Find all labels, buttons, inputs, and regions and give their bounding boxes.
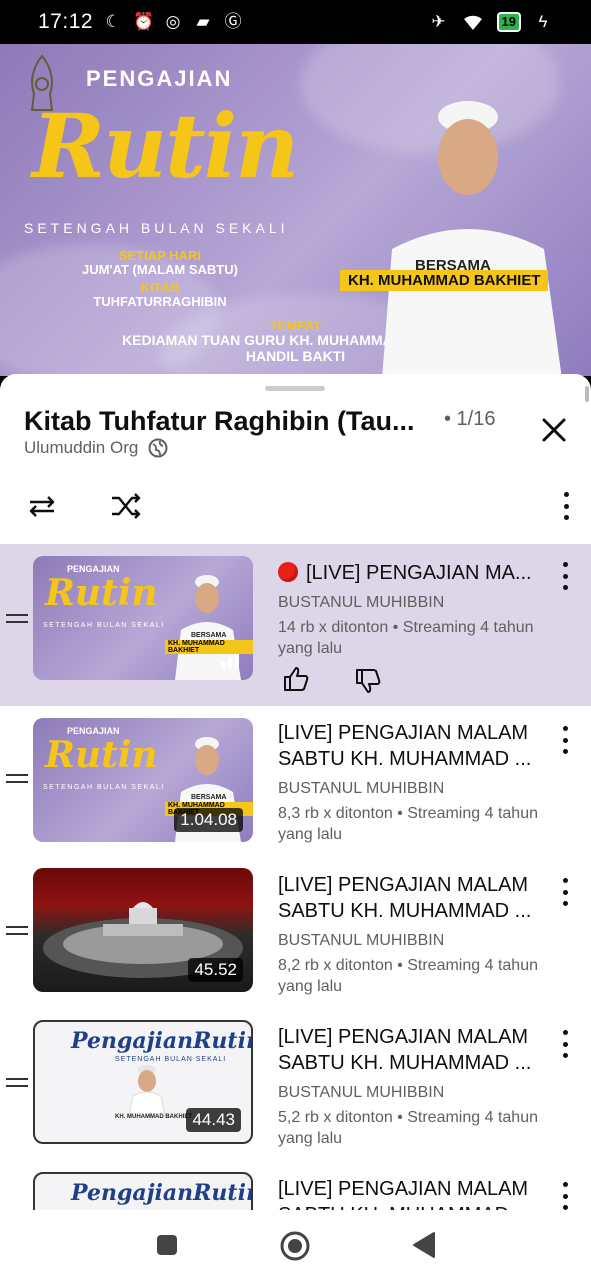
thumb-title: PengajianRutin xyxy=(71,1028,253,1054)
item-more-icon[interactable] xyxy=(562,1182,568,1210)
thumb-title: Rutin xyxy=(45,572,158,614)
playlist-item[interactable]: PengajianRutin [LIVE] PENGAJIAN MALAM SA… xyxy=(0,1164,591,1210)
playlist-title[interactable]: Kitab Tuhfatur Raghibin (Tau... xyxy=(24,406,414,437)
playlist-item[interactable]: 45.52 [LIVE] PENGAJIAN MALAM SABTU KH. M… xyxy=(0,860,591,1010)
thumb-with: BERSAMA xyxy=(191,632,227,639)
globe-icon xyxy=(148,438,168,458)
video-title[interactable]: [LIVE] PENGAJIAN MA... xyxy=(278,560,548,586)
game-icon: ▰ xyxy=(196,12,210,31)
navigation-bar xyxy=(0,1210,591,1280)
item-more-icon[interactable] xyxy=(562,1030,568,1058)
duration-badge: 1.04.08 xyxy=(174,808,243,832)
speaker-photo xyxy=(382,101,562,376)
drag-handle-icon[interactable] xyxy=(6,614,28,624)
thumb-title: PengajianRutin xyxy=(71,1180,253,1206)
now-playing-icon xyxy=(221,654,239,668)
video-channel: BUSTANUL MUHIBBIN xyxy=(278,594,445,611)
video-thumbnail[interactable]: PengajianRutin xyxy=(33,1172,253,1210)
battery-indicator: 19 xyxy=(496,12,521,32)
clock: 17:12 xyxy=(38,10,94,33)
item-more-icon[interactable] xyxy=(562,878,568,906)
g-icon: Ⓖ xyxy=(224,12,242,31)
scrollbar[interactable] xyxy=(585,386,589,402)
status-bar: 17:12 ☾ ⏰ ◎ ▰ Ⓖ ✈ 19 ϟ xyxy=(0,0,591,44)
video-thumbnail[interactable]: 45.52 xyxy=(33,868,253,992)
video-meta: 14 rb x ditonton • Streaming 4 tahun yan… xyxy=(278,619,534,657)
home-icon[interactable] xyxy=(279,1230,311,1262)
close-icon[interactable] xyxy=(536,412,572,448)
live-indicator-icon xyxy=(278,562,298,582)
playlist-more-icon[interactable] xyxy=(563,492,569,520)
moon-icon: ☾ xyxy=(105,12,121,31)
thumb-speaker-name: KH. MUHAMMAD BAKHIET xyxy=(115,1114,192,1120)
video-channel: BUSTANUL MUHIBBIN xyxy=(278,1084,445,1101)
video-speaker-name: KH. MUHAMMAD BAKHIET xyxy=(340,270,549,291)
duration-badge: 44.43 xyxy=(186,1108,241,1132)
video-meta: 5,2 rb x ditonton • Streaming 4 tahun ya… xyxy=(278,1109,538,1147)
recent-apps-icon[interactable] xyxy=(155,1233,179,1257)
video-title-text: [LIVE] PENGAJIAN MA... xyxy=(306,562,532,584)
video-line-2: JUM'AT (MALAM SABTU) xyxy=(82,262,238,277)
playlist-item[interactable]: PENGAJIAN Rutin SETENGAH BULAN SEKALI BE… xyxy=(0,708,591,858)
dislike-icon[interactable] xyxy=(353,666,383,696)
duration-badge: 45.52 xyxy=(188,958,243,982)
playlist-channel[interactable]: Ulumuddin Org xyxy=(24,438,168,458)
video-channel: BUSTANUL MUHIBBIN xyxy=(278,780,445,797)
video-title[interactable]: [LIVE] PENGAJIAN MALAM SABTU KH. MUHAMMA… xyxy=(278,1024,548,1076)
thumb-subtitle: SETENGAH BULAN SEKALI xyxy=(43,622,165,629)
drag-handle-icon[interactable] xyxy=(6,1078,28,1088)
video-line-3: KITAB xyxy=(140,280,180,295)
whatsapp-icon: ◎ xyxy=(165,12,181,31)
video-meta: 8,2 rb x ditonton • Streaming 4 tahun ya… xyxy=(278,957,538,995)
alarm-icon: ⏰ xyxy=(133,12,155,31)
playlist-item[interactable]: PengajianRutin SETENGAH BULAN SEKALI KH.… xyxy=(0,1012,591,1162)
video-thumbnail[interactable]: PENGAJIAN Rutin SETENGAH BULAN SEKALI BE… xyxy=(33,718,253,842)
shuffle-icon[interactable] xyxy=(108,488,144,524)
channel-name: Ulumuddin Org xyxy=(24,438,139,457)
thumb-subtitle: SETENGAH BULAN SEKALI xyxy=(115,1056,227,1063)
airplane-icon: ✈ xyxy=(431,12,446,31)
video-line-4: TUHFATURRAGHIBIN xyxy=(93,294,227,309)
playlist-item-active[interactable]: PENGAJIAN Rutin SETENGAH BULAN SEKALI BE… xyxy=(0,544,591,706)
video-line-1: SETIAP HARI xyxy=(118,248,202,263)
item-more-icon[interactable] xyxy=(562,562,568,590)
video-meta: 8,3 rb x ditonton • Streaming 4 tahun ya… xyxy=(278,805,538,843)
playlist-panel: Kitab Tuhfatur Raghibin (Tau... • 1/16 U… xyxy=(0,374,591,1210)
item-more-icon[interactable] xyxy=(562,726,568,754)
video-title-script: Rutin xyxy=(32,94,299,198)
video-thumbnail[interactable]: PengajianRutin SETENGAH BULAN SEKALI KH.… xyxy=(33,1020,253,1144)
thumb-title: Rutin xyxy=(45,734,158,776)
thumb-speaker-name: KH. MUHAMMAD BAKHIET xyxy=(165,640,253,654)
thumb-with: BERSAMA xyxy=(191,794,227,801)
wifi-icon xyxy=(463,15,482,30)
like-icon[interactable] xyxy=(281,664,311,694)
video-title[interactable]: [LIVE] PENGAJIAN MALAM SABTU KH. MUHAMMA… xyxy=(278,720,548,772)
video-player[interactable]: PENGAJIAN Rutin SETENGAH BULAN SEKALI SE… xyxy=(0,44,591,376)
playlist-position: • 1/16 xyxy=(444,408,496,430)
video-thumbnail[interactable]: PENGAJIAN Rutin SETENGAH BULAN SEKALI BE… xyxy=(33,556,253,680)
back-icon[interactable] xyxy=(410,1231,436,1259)
video-heading: PENGAJIAN xyxy=(86,66,233,91)
sheet-drag-handle[interactable] xyxy=(265,386,325,391)
video-title[interactable]: [LIVE] PENGAJIAN MALAM SABTU KH. MUHAMMA… xyxy=(278,872,548,924)
drag-handle-icon[interactable] xyxy=(6,926,28,936)
video-subtitle: SETENGAH BULAN SEKALI xyxy=(24,220,289,236)
video-channel: BUSTANUL MUHIBBIN xyxy=(278,932,445,949)
video-title[interactable]: [LIVE] PENGAJIAN MALAM SABTU KH. MUHAMMA… xyxy=(278,1176,548,1210)
charging-icon: ϟ xyxy=(538,12,548,31)
loop-icon[interactable] xyxy=(24,488,60,524)
drag-handle-icon[interactable] xyxy=(6,774,28,784)
thumb-subtitle: SETENGAH BULAN SEKALI xyxy=(43,784,165,791)
thumb-speaker xyxy=(128,1065,166,1116)
